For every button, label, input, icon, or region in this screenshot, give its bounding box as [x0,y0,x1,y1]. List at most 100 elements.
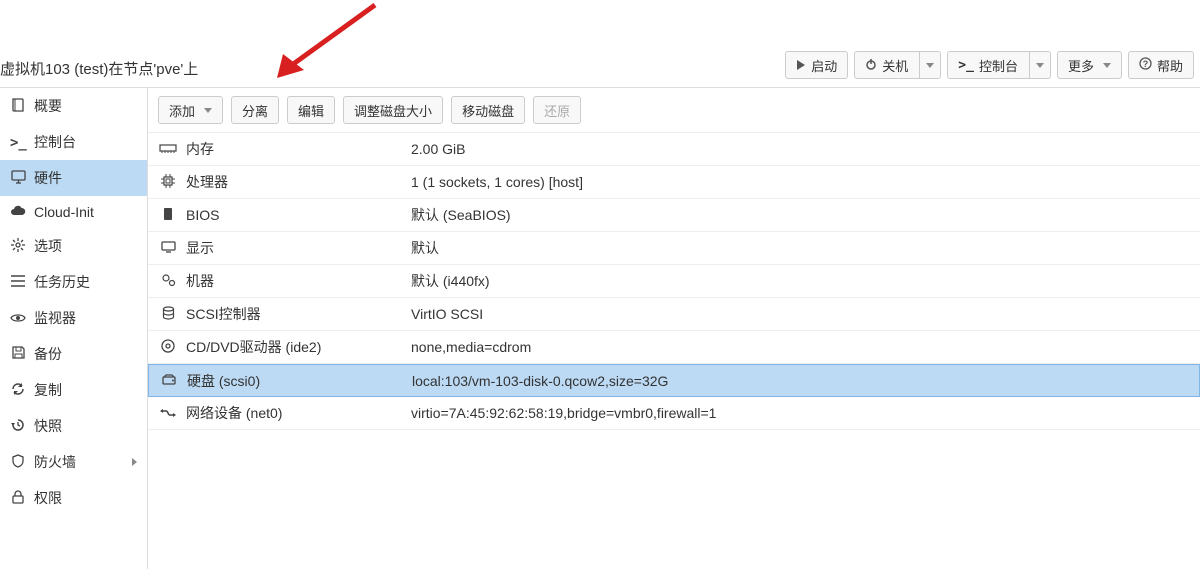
sidebar-item-label: 备份 [34,344,62,364]
chevron-down-icon [204,108,212,113]
edit-button[interactable]: 编辑 [287,96,335,124]
more-button[interactable]: 更多 [1057,51,1122,79]
svg-text:?: ? [1143,59,1149,69]
sidebar-item-book[interactable]: 概要 [0,88,147,124]
sidebar-item-label: 任务历史 [34,272,90,292]
sidebar-item-refresh[interactable]: 复制 [0,372,147,408]
hardware-row[interactable]: 显示默认 [148,232,1200,265]
chevron-down-icon [926,63,934,68]
hardware-row-value: local:103/vm-103-disk-0.qcow2,size=32G [412,373,1189,389]
gear-icon [10,238,26,255]
desktop-icon [10,170,26,187]
play-icon [796,58,806,73]
move-disk-button[interactable]: 移动磁盘 [451,96,525,124]
sidebar-item-eye[interactable]: 监视器 [0,300,147,336]
hardware-row[interactable]: BIOS默认 (SeaBIOS) [148,199,1200,232]
hardware-row-value: VirtIO SCSI [411,306,1190,322]
hardware-row-label: 显示 [186,238,411,258]
help-icon: ? [1139,57,1152,73]
hardware-row[interactable]: 内存2.00 GiB [148,133,1200,166]
hardware-row[interactable]: CD/DVD驱动器 (ide2)none,media=cdrom [148,331,1200,364]
chevron-down-icon [1036,63,1044,68]
more-label: 更多 [1068,56,1094,75]
book-icon [10,98,26,115]
sidebar: 概要 >_ 控制台硬件 Cloud-Init 选项任务历史监视器备份复制快照防火墙权限 [0,88,148,569]
console-caret[interactable] [1029,52,1050,78]
sidebar-item-gear[interactable]: 选项 [0,228,147,264]
shield-icon [10,454,26,471]
sidebar-item-clock[interactable]: 快照 [0,408,147,444]
clock-icon [10,418,26,435]
hardware-row-value: 2.00 GiB [411,141,1190,157]
sidebar-item-label: Cloud-Init [34,204,94,220]
hardware-row-value: none,media=cdrom [411,339,1190,355]
resize-disk-button[interactable]: 调整磁盘大小 [343,96,443,124]
chip-icon [158,207,178,224]
sidebar-item-terminal[interactable]: >_ 控制台 [0,124,147,160]
hardware-row-label: 硬盘 (scsi0) [187,371,412,391]
hardware-row[interactable]: SCSI控制器VirtIO SCSI [148,298,1200,331]
page-title: 虚拟机103 (test)在节点'pve'上 [0,58,198,79]
sidebar-item-label: 复制 [34,380,62,400]
sidebar-item-shield[interactable]: 防火墙 [0,444,147,480]
console-label: 控制台 [979,56,1018,75]
hardware-row[interactable]: 机器默认 (i440fx) [148,265,1200,298]
cloud-icon [10,204,26,220]
sidebar-item-label: 监视器 [34,308,76,328]
detach-button[interactable]: 分离 [231,96,279,124]
hardware-row-value: 1 (1 sockets, 1 cores) [host] [411,174,1190,190]
sidebar-item-desktop[interactable]: 硬件 [0,160,147,196]
hardware-row-value: 默认 (SeaBIOS) [411,205,1190,225]
hardware-row[interactable]: 处理器1 (1 sockets, 1 cores) [host] [148,166,1200,199]
sidebar-item-label: 防火墙 [34,452,76,472]
power-icon [865,58,877,73]
sidebar-item-lock[interactable]: 权限 [0,480,147,516]
sidebar-item-save[interactable]: 备份 [0,336,147,372]
shutdown-caret[interactable] [919,52,940,78]
hardware-grid: 内存2.00 GiB处理器1 (1 sockets, 1 cores) [hos… [148,133,1200,569]
terminal-icon: >_ [958,58,974,73]
sidebar-item-list[interactable]: 任务历史 [0,264,147,300]
help-label: 帮助 [1157,56,1183,75]
header-buttons: 启动 关机 >_ 控制台 更多 ? 帮助 [785,51,1194,79]
disc-icon [158,339,178,356]
hardware-row[interactable]: 网络设备 (net0)virtio=7A:45:92:62:58:19,brid… [148,397,1200,430]
save-icon [10,346,26,362]
hardware-row-label: CD/DVD驱动器 (ide2) [186,337,411,357]
add-label: 添加 [169,101,195,120]
hardware-row-value: 默认 (i440fx) [411,271,1190,291]
sidebar-item-label: 控制台 [34,132,76,152]
terminal-icon: >_ [10,134,26,151]
restore-button[interactable]: 还原 [533,96,581,124]
sidebar-item-label: 概要 [34,96,62,116]
hardware-row-value: 默认 [411,238,1190,258]
sidebar-item-label: 快照 [34,416,62,436]
help-button[interactable]: ? 帮助 [1128,51,1194,79]
hardware-row-label: BIOS [186,207,411,223]
refresh-icon [10,382,26,399]
chevron-right-icon [132,458,137,466]
list-icon [10,274,26,290]
hardware-row[interactable]: 硬盘 (scsi0)local:103/vm-103-disk-0.qcow2,… [148,364,1200,397]
hardware-row-label: 机器 [186,271,411,291]
main-area: 概要>_控制台硬件Cloud-Init选项任务历史监视器备份复制快照防火墙权限 … [0,88,1200,569]
cpu-icon [158,174,178,191]
console-button[interactable]: >_ 控制台 [947,51,1051,79]
sidebar-item-label: 权限 [34,488,62,508]
shutdown-label: 关机 [882,56,908,75]
sidebar-item-label: 硬件 [34,168,62,188]
hardware-row-label: 内存 [186,139,411,159]
hardware-row-label: SCSI控制器 [186,304,411,324]
display-icon [158,240,178,256]
start-button[interactable]: 启动 [785,51,848,79]
content-panel: 添加 分离 编辑 调整磁盘大小 移动磁盘 还原 内存2.00 GiB处理器1 (… [148,88,1200,569]
lock-icon [10,490,26,507]
shutdown-button[interactable]: 关机 [854,51,941,79]
sidebar-item-cloud[interactable]: Cloud-Init [0,196,147,228]
cogs-icon [158,273,178,290]
database-icon [158,306,178,323]
hardware-row-value: virtio=7A:45:92:62:58:19,bridge=vmbr0,fi… [411,405,1190,421]
sidebar-item-label: 选项 [34,236,62,256]
content-toolbar: 添加 分离 编辑 调整磁盘大小 移动磁盘 还原 [148,88,1200,133]
add-button[interactable]: 添加 [158,96,223,124]
